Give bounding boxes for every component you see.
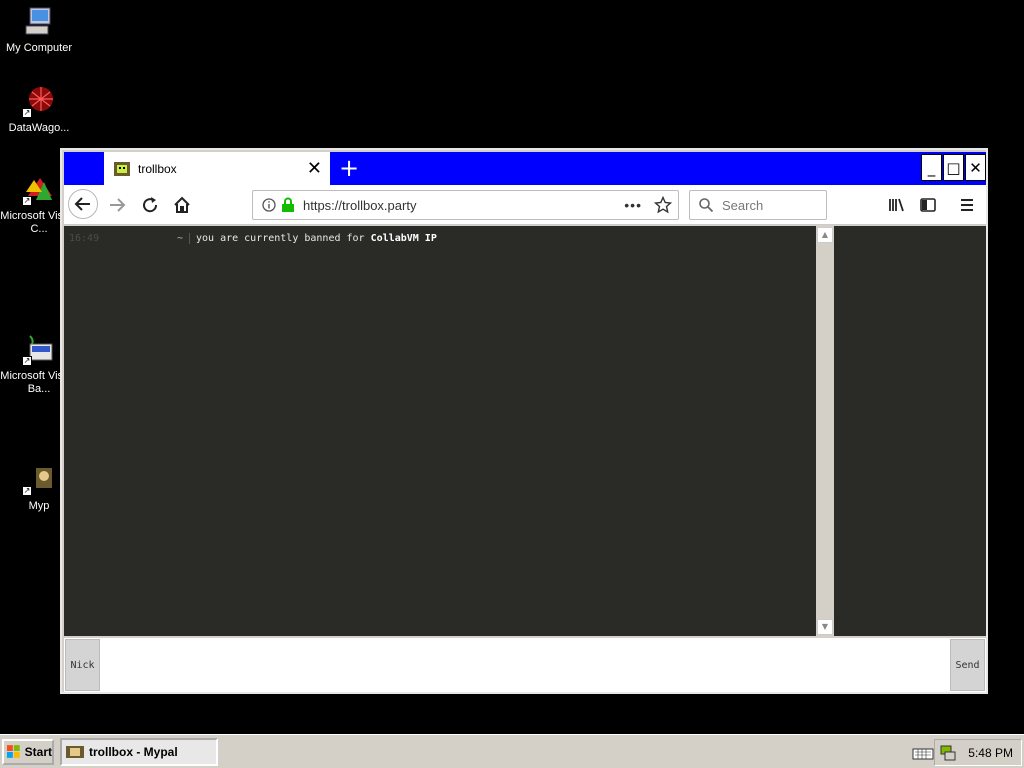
message-nick: ~ bbox=[176, 233, 183, 244]
desktop-icon-datawagon[interactable]: ↗ DataWago... bbox=[0, 84, 78, 134]
chat-scrollbar[interactable]: ▲ ▼ bbox=[816, 226, 834, 636]
window-controls: _ □ ✕ bbox=[920, 154, 986, 181]
desktop-icon-label: DataWago... bbox=[8, 122, 70, 134]
search-input[interactable]: Search bbox=[689, 190, 827, 220]
back-button[interactable] bbox=[68, 189, 98, 219]
start-button[interactable]: Start bbox=[2, 739, 54, 765]
trollbox-favicon-icon bbox=[114, 161, 130, 176]
browser-window: trollbox ✕ + _ □ ✕ https://trollbox.part… bbox=[60, 148, 988, 694]
user-list-panel bbox=[835, 226, 986, 636]
chat-message: 16:49 ~ you are currently banned for Col… bbox=[69, 233, 809, 244]
desktop-icon-label: Myp bbox=[28, 500, 50, 512]
taskbar: Start trollbox - Mypal 5:48 PM bbox=[0, 734, 1024, 768]
visual-basic-icon: ↗ bbox=[22, 332, 56, 366]
shortcut-arrow-icon: ↗ bbox=[22, 108, 32, 118]
shortcut-arrow-icon: ↗ bbox=[22, 196, 32, 206]
search-placeholder: Search bbox=[722, 197, 764, 213]
page-content: 16:49 ~ you are currently banned for Col… bbox=[64, 226, 986, 636]
nick-button[interactable]: Nick bbox=[65, 639, 100, 691]
message-text-prefix: you are currently banned for bbox=[196, 233, 371, 244]
maximize-button[interactable]: □ bbox=[943, 154, 964, 181]
arrow-right-icon bbox=[110, 198, 126, 212]
mypal-icon: ↗ bbox=[22, 462, 56, 496]
tab-trollbox[interactable]: trollbox ✕ bbox=[104, 152, 330, 185]
message-input[interactable] bbox=[102, 639, 948, 691]
keyboard-icon[interactable] bbox=[912, 745, 934, 761]
close-window-button[interactable]: ✕ bbox=[965, 154, 986, 181]
mypal-taskbar-icon bbox=[66, 746, 84, 758]
navigation-toolbar: https://trollbox.party ••• Search bbox=[64, 185, 986, 225]
arrow-left-icon bbox=[74, 197, 90, 211]
home-button[interactable] bbox=[167, 190, 197, 220]
network-icon[interactable] bbox=[939, 744, 957, 762]
title-bar[interactable]: trollbox ✕ + _ □ ✕ bbox=[64, 152, 986, 185]
sidebar-icon bbox=[920, 198, 936, 212]
scroll-down-icon[interactable]: ▼ bbox=[817, 619, 833, 635]
computer-icon bbox=[22, 4, 56, 38]
message-text-bold: CollabVM IP bbox=[370, 233, 437, 244]
desktop-icon-label: My Computer bbox=[5, 42, 73, 54]
taskbar-item-trollbox[interactable]: trollbox - Mypal bbox=[60, 738, 218, 766]
lock-icon[interactable] bbox=[281, 197, 295, 213]
desktop-icon-my-computer[interactable]: My Computer bbox=[0, 4, 78, 54]
tab-title: trollbox bbox=[138, 161, 177, 176]
menu-button[interactable] bbox=[952, 190, 982, 220]
windows-logo-icon bbox=[6, 745, 20, 758]
reload-button[interactable] bbox=[135, 190, 165, 220]
datawagon-icon: ↗ bbox=[22, 84, 56, 118]
minimize-button[interactable]: _ bbox=[921, 154, 942, 181]
close-tab-icon[interactable]: ✕ bbox=[307, 159, 322, 177]
chat-input-bar: Nick Send bbox=[64, 638, 986, 692]
library-icon bbox=[889, 198, 904, 212]
new-tab-button[interactable]: + bbox=[336, 155, 362, 181]
chat-log: 16:49 ~ you are currently banned for Col… bbox=[64, 226, 816, 636]
page-actions-icon[interactable]: ••• bbox=[624, 197, 642, 213]
taskbar-item-label: trollbox - Mypal bbox=[89, 745, 178, 759]
sidebar-button[interactable] bbox=[913, 190, 943, 220]
search-icon bbox=[699, 198, 714, 213]
bookmark-star-icon[interactable] bbox=[654, 196, 672, 214]
desktop-icon-mypal[interactable]: ↗ Myp bbox=[14, 462, 64, 512]
system-tray: 5:48 PM bbox=[934, 739, 1022, 766]
hamburger-menu-icon bbox=[961, 199, 973, 211]
send-button[interactable]: Send bbox=[950, 639, 985, 691]
shortcut-arrow-icon: ↗ bbox=[22, 486, 32, 496]
url-bar[interactable]: https://trollbox.party ••• bbox=[252, 190, 679, 220]
start-label: Start bbox=[24, 745, 52, 759]
url-text: https://trollbox.party bbox=[303, 197, 417, 213]
library-button[interactable] bbox=[882, 190, 912, 220]
message-divider bbox=[189, 233, 190, 244]
scroll-up-icon[interactable]: ▲ bbox=[817, 227, 833, 243]
forward-button[interactable] bbox=[102, 190, 132, 220]
visual-cpp-icon: ↗ bbox=[22, 172, 56, 206]
shortcut-arrow-icon: ↗ bbox=[22, 356, 32, 366]
home-icon bbox=[174, 196, 190, 213]
message-time: 16:49 bbox=[69, 233, 100, 244]
info-icon[interactable] bbox=[261, 197, 277, 213]
clock: 5:48 PM bbox=[968, 745, 1013, 760]
reload-icon bbox=[143, 197, 158, 213]
message-text: you are currently banned for CollabVM IP bbox=[196, 233, 437, 244]
